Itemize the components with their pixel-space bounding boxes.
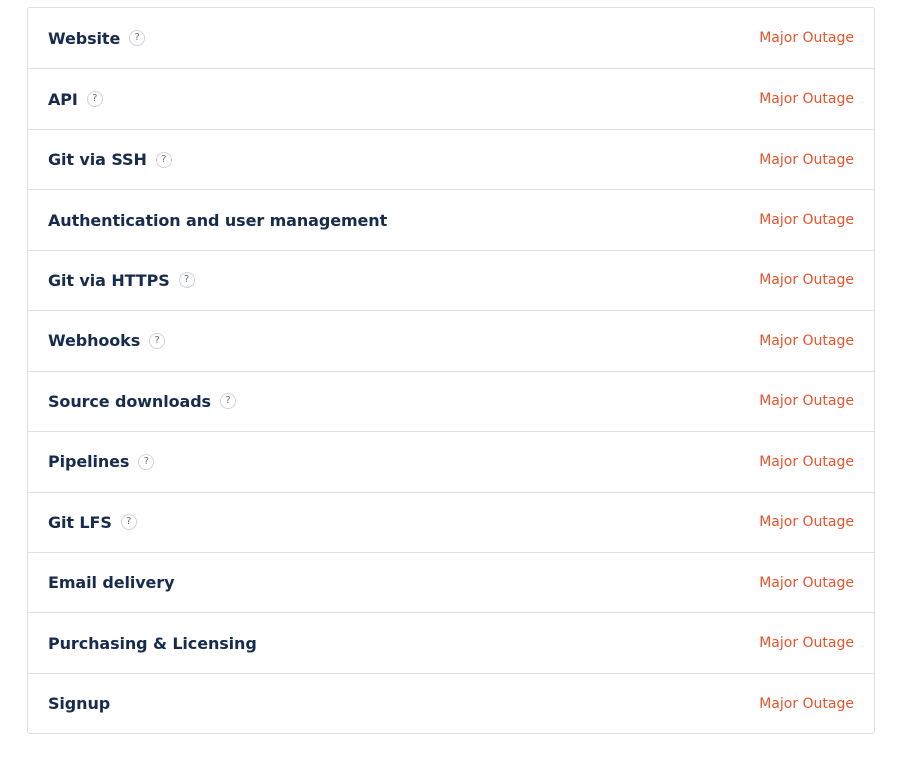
help-icon[interactable]: ?	[138, 453, 155, 470]
component-name: Git LFS	[48, 512, 112, 532]
component-row-webhooks: Webhooks ? Major Outage	[28, 310, 874, 370]
component-info: Git LFS ?	[48, 513, 137, 532]
help-icon[interactable]: ?	[86, 91, 103, 108]
component-name: API	[48, 89, 78, 109]
help-icon[interactable]: ?	[219, 393, 236, 410]
component-status-list: Website ? Major Outage API ? Major Outag…	[27, 7, 875, 735]
component-row-git-lfs: Git LFS ? Major Outage	[28, 491, 874, 552]
component-info: Source downloads ?	[48, 392, 236, 411]
help-icon[interactable]: ?	[120, 514, 137, 531]
component-info: Git via HTTPS ?	[48, 271, 195, 290]
help-icon[interactable]: ?	[149, 332, 166, 349]
status-label: Major Outage	[759, 635, 854, 652]
help-icon[interactable]: ?	[129, 30, 146, 47]
status-label: Major Outage	[759, 30, 854, 47]
status-label: Major Outage	[759, 332, 854, 349]
status-label: Major Outage	[759, 272, 854, 289]
component-name: Email delivery	[48, 573, 175, 593]
help-icon[interactable]: ?	[178, 272, 195, 289]
component-row-git-via-https: Git via HTTPS ? Major Outage	[28, 249, 874, 310]
component-row-source-downloads: Source downloads ? Major Outage	[28, 370, 874, 431]
component-row-api: API ? Major Outage	[28, 68, 874, 128]
status-label: Major Outage	[759, 393, 854, 410]
component-info: Purchasing & Licensing	[48, 634, 257, 653]
component-name: Authentication and user management	[48, 210, 388, 230]
status-label: Major Outage	[759, 453, 854, 470]
status-label: Major Outage	[759, 695, 854, 712]
component-name: Git via SSH	[48, 150, 147, 170]
component-name: Signup	[48, 694, 111, 714]
component-row-purchasing-licensing: Purchasing & Licensing Major Outage	[28, 612, 874, 672]
component-row-authentication: Authentication and user management Major…	[28, 189, 874, 249]
component-row-signup: Signup Major Outage	[28, 672, 874, 733]
component-info: Authentication and user management	[48, 211, 387, 230]
component-row-pipelines: Pipelines ? Major Outage	[28, 431, 874, 491]
component-name: Pipelines	[48, 452, 130, 472]
help-icon[interactable]: ?	[155, 151, 172, 168]
component-info: Website ?	[48, 28, 146, 48]
status-label: Major Outage	[759, 514, 854, 531]
component-row-email-delivery: Email delivery Major Outage	[28, 551, 874, 612]
component-info: Git via SSH ?	[48, 150, 172, 169]
status-label: Major Outage	[759, 91, 854, 108]
component-name: Website	[48, 28, 121, 48]
status-label: Major Outage	[759, 574, 854, 591]
component-name: Purchasing & Licensing	[48, 633, 257, 653]
component-name: Source downloads	[48, 391, 211, 411]
component-info: Webhooks ?	[48, 331, 166, 351]
component-info: Email delivery	[48, 573, 175, 593]
status-label: Major Outage	[759, 212, 854, 229]
component-info: Pipelines ?	[48, 452, 155, 472]
status-label: Major Outage	[759, 151, 854, 168]
component-info: Signup	[48, 694, 110, 713]
component-row-git-via-ssh: Git via SSH ? Major Outage	[28, 128, 874, 189]
component-name: Webhooks	[48, 331, 141, 351]
component-info: API ?	[48, 90, 103, 109]
component-name: Git via HTTPS	[48, 270, 170, 290]
component-row-website: Website ? Major Outage	[28, 8, 874, 68]
